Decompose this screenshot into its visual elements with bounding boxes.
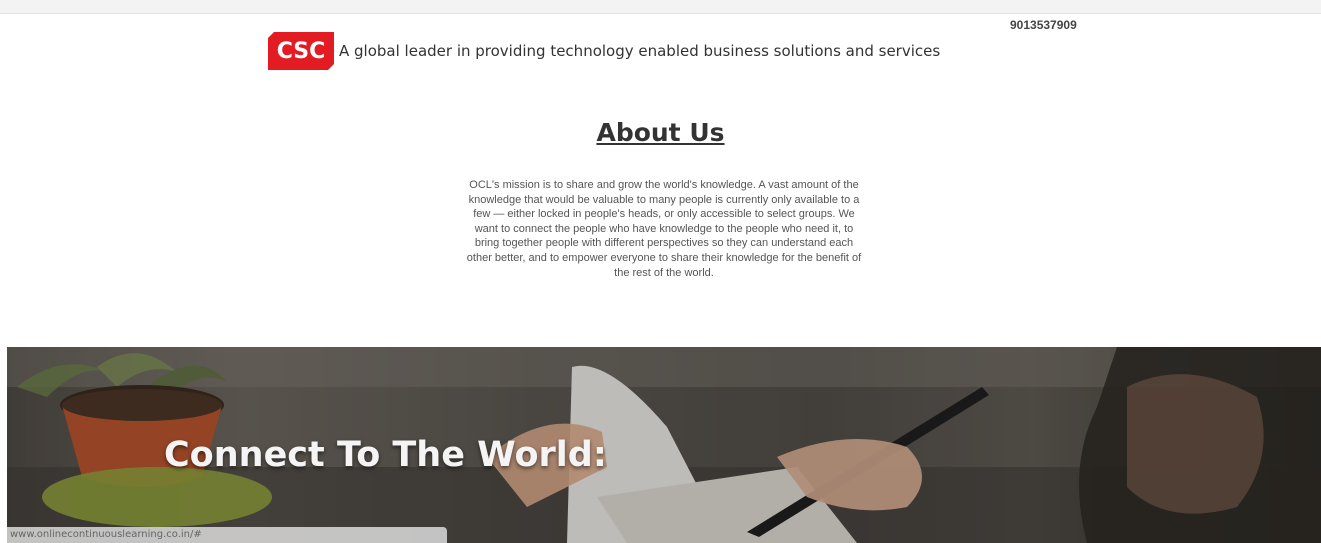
- tagline: A global leader in providing technology …: [339, 42, 941, 60]
- hero-banner: Connect To The World:: [7, 347, 1321, 543]
- status-bar-url: www.onlinecontinuouslearning.co.in/#: [7, 527, 447, 543]
- about-text: OCL's mission is to share and grow the w…: [466, 179, 862, 279]
- about-title: About Us: [596, 118, 725, 147]
- hero-title: Connect To The World:: [164, 435, 607, 475]
- top-strip: [0, 0, 1321, 14]
- logo-text: CSC: [276, 38, 326, 64]
- header-brand: CSC A global leader in providing technol…: [268, 32, 940, 70]
- page: 9013537909 CSC A global leader in provid…: [0, 0, 1321, 543]
- phone-number[interactable]: 9013537909: [1010, 18, 1077, 32]
- csc-logo[interactable]: CSC: [268, 32, 334, 70]
